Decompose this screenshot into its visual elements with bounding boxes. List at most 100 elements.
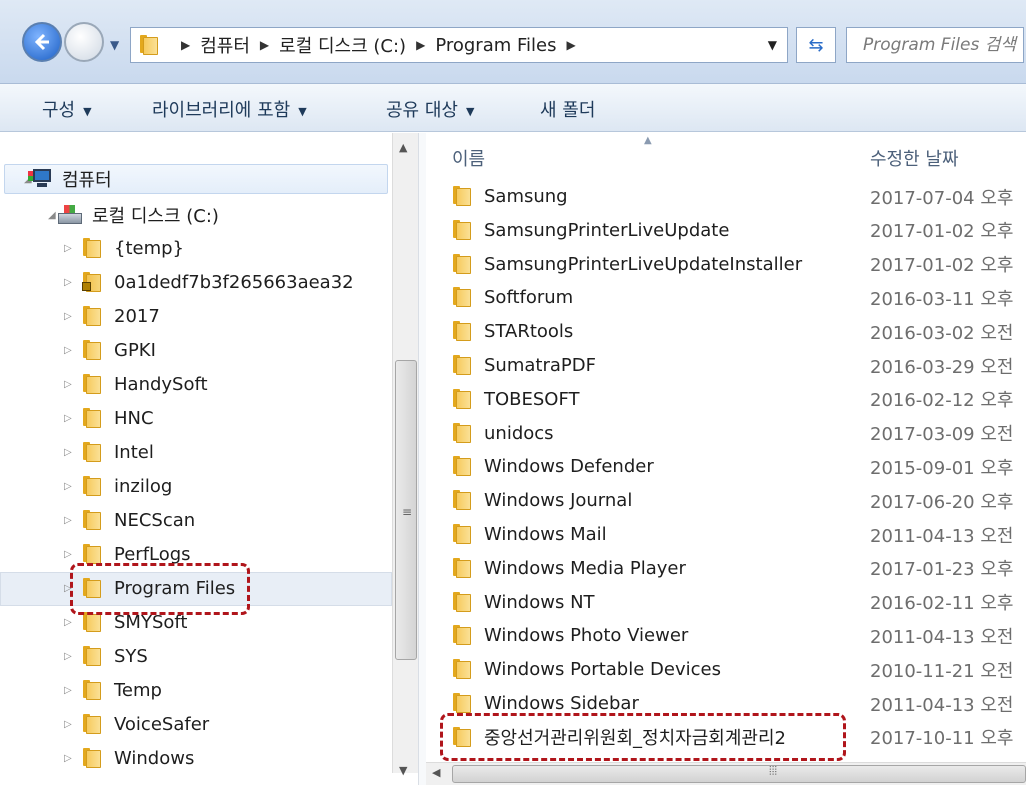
expand-arrow-icon[interactable]: ▷ (64, 447, 72, 458)
expand-arrow-icon[interactable]: ▷ (64, 753, 72, 764)
expand-arrow-icon[interactable]: ▷ (64, 617, 72, 628)
breadcrumb-separator-icon[interactable]: ▶ (181, 38, 190, 52)
file-list-row[interactable]: 중앙선거관리위원회_정치자금회계관리2 2017-10-11 오후 (426, 721, 1026, 754)
folder-icon (452, 659, 472, 680)
file-list-row[interactable]: Softforum 2016-03-11 오후 (426, 281, 1026, 314)
breadcrumb-computer[interactable]: 컴퓨터 (200, 32, 250, 58)
expand-arrow-icon[interactable]: ▷ (64, 243, 72, 254)
recent-pages-chevron-down-icon[interactable]: ▼ (110, 38, 119, 52)
expand-arrow-icon[interactable]: ▷ (64, 583, 72, 594)
tree-item-folder[interactable]: ▷ inzilog (64, 470, 172, 502)
folder-icon (82, 646, 102, 666)
folder-icon (82, 408, 102, 428)
file-list-row[interactable]: Windows NT 2016-02-11 오후 (426, 586, 1026, 619)
file-list-row[interactable]: STARtools 2016-03-02 오전 (426, 315, 1026, 348)
expand-arrow-icon[interactable]: ▷ (64, 481, 72, 492)
file-list-row[interactable]: SamsungPrinterLiveUpdate 2017-01-02 오후 (426, 214, 1026, 247)
file-date-modified: 2017-01-02 오후 (870, 255, 1014, 277)
pane-splitter[interactable] (418, 133, 426, 785)
tree-item-folder[interactable]: ▷ SMYSoft (64, 606, 187, 638)
file-name: 중앙선거관리위원회_정치자금회계관리2 (484, 728, 786, 750)
file-date-modified: 2016-02-12 오후 (870, 390, 1014, 412)
file-list-row[interactable]: Windows Photo Viewer 2011-04-13 오전 (426, 619, 1026, 652)
expand-arrow-icon[interactable]: ▷ (64, 379, 72, 390)
file-list-row[interactable]: TOBESOFT 2016-02-12 오후 (426, 383, 1026, 416)
tree-item-folder[interactable]: ▷ HNC (64, 402, 154, 434)
expand-arrow-icon[interactable]: ▷ (64, 311, 72, 322)
file-name: Windows Portable Devices (484, 659, 721, 681)
tree-item-folder[interactable]: ▷ {temp} (64, 232, 184, 264)
search-input[interactable] (863, 35, 1023, 55)
scrollbar-thumb[interactable]: ⦙⦙⦙ (452, 764, 1026, 783)
tree-item-folder[interactable]: ▷ Intel (64, 436, 154, 468)
address-history-chevron-down-icon[interactable]: ▼ (768, 38, 777, 52)
tree-item-folder[interactable]: ▷ 2017 (64, 300, 160, 332)
file-list-row[interactable]: Windows Journal 2017-06-20 오후 (426, 484, 1026, 517)
file-date-modified: 2011-04-13 오전 (870, 626, 1014, 648)
file-name: Windows Media Player (484, 557, 686, 579)
tree-item-folder[interactable]: ▷ Temp (64, 674, 162, 706)
folder-icon (452, 557, 472, 578)
collapse-arrow-icon[interactable]: ◢ (48, 210, 56, 221)
tree-item-folder[interactable]: ▷ PerfLogs (64, 538, 191, 570)
search-box[interactable] (846, 27, 1024, 63)
file-name: Windows Mail (484, 524, 607, 545)
expand-arrow-icon[interactable]: ▷ (64, 515, 72, 526)
organize-menu[interactable]: 구성 ▼ (42, 96, 92, 122)
tree-item-folder[interactable]: ▷ GPKI (64, 334, 156, 366)
file-list-row[interactable]: Windows Mail 2011-04-13 오전 (426, 518, 1026, 551)
tree-item-local-disk[interactable]: ◢ 로컬 디스크 (C:) (48, 199, 219, 231)
breadcrumb[interactable]: ▶ 컴퓨터 ▶ 로컬 디스크 (C:) ▶ Program Files ▶ ▼ (130, 27, 788, 63)
new-folder-button[interactable]: 새 폴더 (540, 96, 595, 122)
breadcrumb-separator-icon[interactable]: ▶ (566, 38, 575, 52)
expand-arrow-icon[interactable]: ▷ (64, 413, 72, 424)
tree-item-folder[interactable]: ▷ NECScan (64, 504, 195, 536)
scroll-up-arrow-icon[interactable]: ▲ (399, 141, 407, 154)
tree-item-folder[interactable]: ▷ Program Files (64, 572, 235, 604)
back-arrow-icon (34, 33, 49, 51)
file-list-row[interactable]: SamsungPrinterLiveUpdateInstaller 2017-01… (426, 248, 1026, 281)
file-list-row[interactable]: Windows Media Player 2017-01-23 오후 (426, 552, 1026, 585)
column-header-date-modified[interactable]: 수정한 날짜 (870, 145, 959, 171)
expand-arrow-icon[interactable]: ▷ (64, 651, 72, 662)
refresh-button[interactable]: ⇆ (796, 27, 836, 63)
breadcrumb-separator-icon[interactable]: ▶ (416, 38, 425, 52)
tree-item-folder[interactable]: ▷ Windows (64, 742, 194, 774)
expand-arrow-icon[interactable]: ▷ (64, 719, 72, 730)
breadcrumb-local-disk[interactable]: 로컬 디스크 (C:) (279, 32, 406, 58)
file-list-row[interactable]: SumatraPDF 2016-03-29 오전 (426, 349, 1026, 382)
file-list-row[interactable]: Samsung 2017-07-04 오후 (426, 180, 1026, 213)
tree-item-folder[interactable]: ▷ 0a1dedf7b3f265663aea32 (64, 266, 354, 298)
folder-icon (82, 578, 102, 598)
file-date-modified: 2017-03-09 오전 (870, 424, 1014, 446)
tree-item-folder[interactable]: ▷ SYS (64, 640, 148, 672)
tree-item-folder[interactable]: ▷ HandySoft (64, 368, 208, 400)
tree-item-computer[interactable]: ◢ 컴퓨터 (24, 163, 112, 195)
file-list-row[interactable]: Windows Defender 2015-09-01 오후 (426, 450, 1026, 483)
file-list-row[interactable]: unidocs 2017-03-09 오전 (426, 417, 1026, 450)
back-button[interactable] (22, 22, 62, 62)
share-with-menu[interactable]: 공유 대상 ▼ (386, 96, 474, 122)
folder-icon (452, 355, 472, 375)
scroll-left-arrow-icon[interactable]: ◀ (432, 766, 440, 779)
forward-button[interactable] (64, 22, 104, 62)
file-list-horizontal-scrollbar[interactable]: ◀ ⦙⦙⦙ (426, 762, 1026, 785)
file-list-row[interactable]: Windows Portable Devices 2010-11-21 오전 (426, 653, 1026, 686)
scroll-down-arrow-icon[interactable]: ▼ (399, 764, 407, 777)
navigation-pane-scrollbar[interactable]: ▲ ≡ ▼ (392, 133, 418, 777)
tree-item-label: GPKI (114, 339, 156, 361)
tree-item-folder[interactable]: ▷ VoiceSafer (64, 708, 209, 740)
breadcrumb-separator-icon[interactable]: ▶ (260, 38, 269, 52)
expand-arrow-icon[interactable]: ▷ (64, 549, 72, 560)
expand-arrow-icon[interactable]: ▷ (64, 685, 72, 696)
file-name: STARtools (484, 321, 574, 343)
expand-arrow-icon[interactable]: ▷ (64, 277, 72, 288)
expand-arrow-icon[interactable]: ▷ (64, 345, 72, 356)
chevron-down-icon: ▼ (298, 104, 307, 118)
column-header-name[interactable]: 이름 (452, 145, 485, 171)
folder-icon (452, 388, 472, 409)
breadcrumb-program-files[interactable]: Program Files (435, 35, 556, 56)
file-list-row[interactable]: Windows Sidebar 2011-04-13 오전 (426, 687, 1026, 720)
include-in-library-menu[interactable]: 라이브러리에 포함 ▼ (152, 96, 307, 122)
scrollbar-thumb[interactable]: ≡ (395, 360, 417, 660)
